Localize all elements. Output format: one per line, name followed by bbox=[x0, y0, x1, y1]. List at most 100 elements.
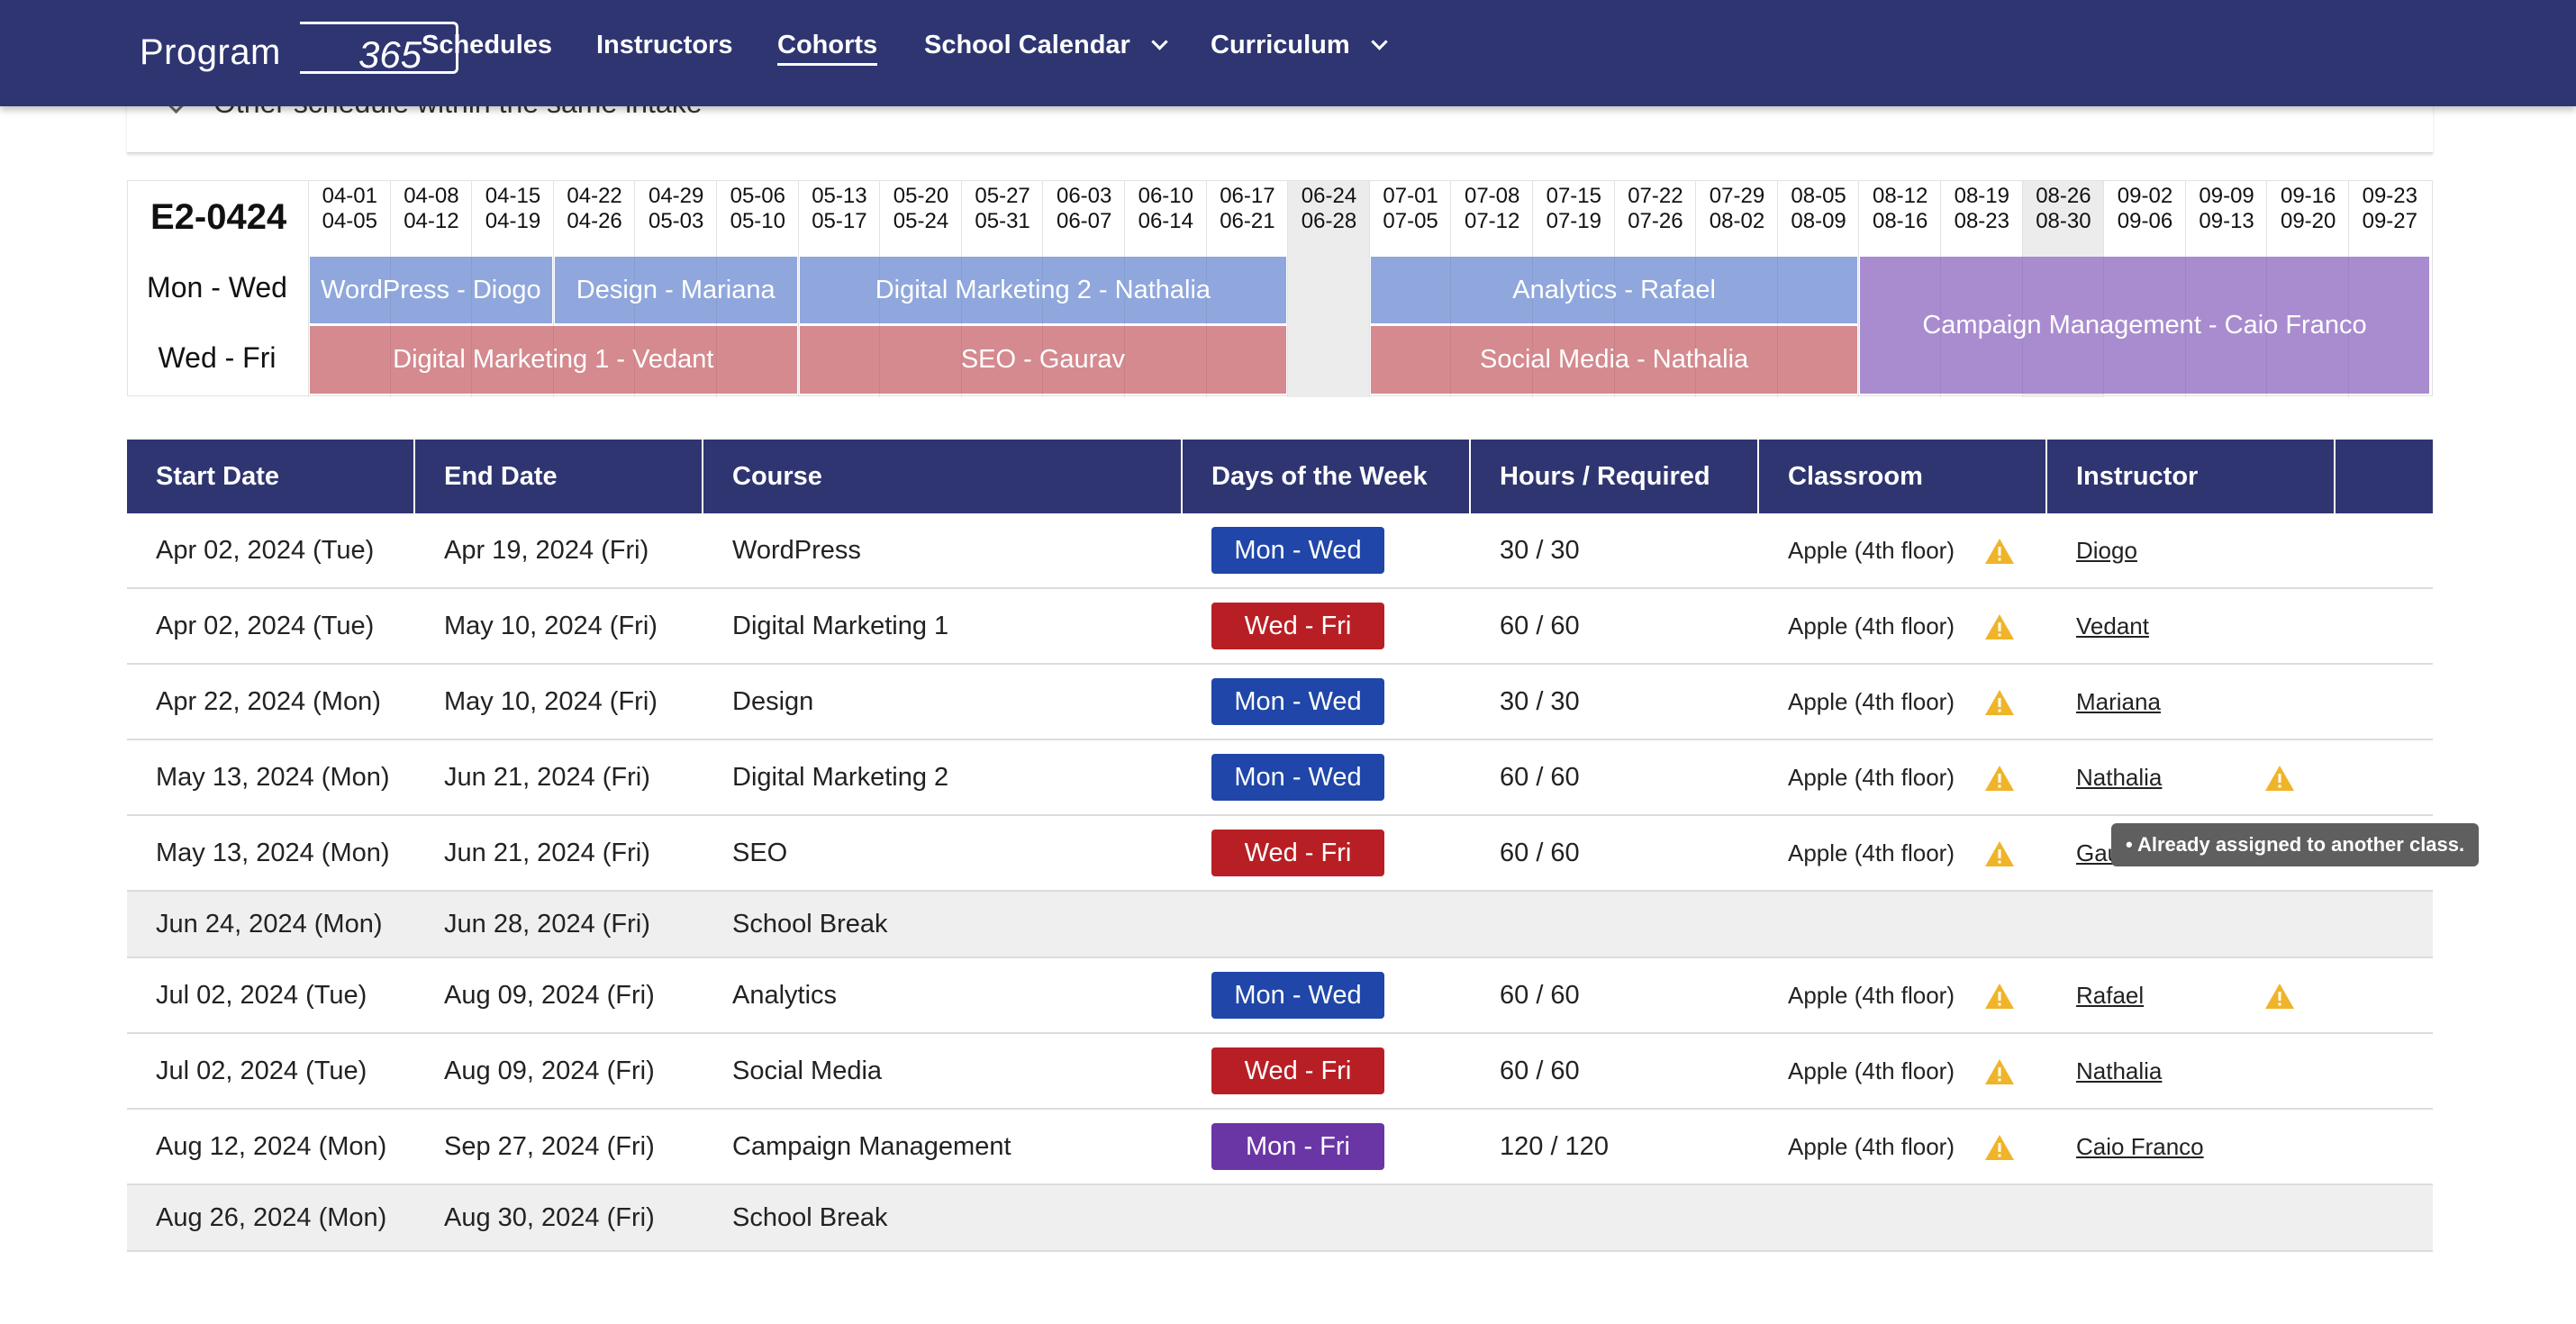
cell-instructor: Diogo bbox=[2047, 513, 2137, 587]
cell-classroom: Apple (4th floor) bbox=[1788, 1132, 1955, 1160]
warning-icon[interactable] bbox=[2263, 982, 2296, 1011]
instructor-link[interactable]: Caio Franco bbox=[2076, 1133, 2204, 1161]
cell-classroom: Apple (4th floor) bbox=[1788, 687, 1955, 715]
timeline-course-bar[interactable]: Design - Mariana bbox=[554, 257, 797, 323]
instructor-link[interactable]: Nathalia bbox=[2076, 1057, 2162, 1085]
table-row[interactable]: Jul 02, 2024 (Tue) Aug 09, 2024 (Fri) Soci… bbox=[127, 1034, 2433, 1110]
week-start: 04-22 bbox=[567, 184, 622, 208]
week-end: 09-06 bbox=[2117, 209, 2173, 233]
table-row[interactable]: May 13, 2024 (Mon) Jun 21, 2024 (Fri) Digi… bbox=[127, 740, 2433, 816]
week-start: 05-06 bbox=[730, 184, 785, 208]
cell-classroom: Apple (4th floor) bbox=[1788, 839, 1955, 866]
warning-icon[interactable] bbox=[1983, 537, 2016, 566]
week-start: 07-08 bbox=[1464, 184, 1520, 208]
week-start: 07-15 bbox=[1546, 184, 1601, 208]
table-row[interactable]: Aug 12, 2024 (Mon) Sep 27, 2024 (Fri) Camp… bbox=[127, 1110, 2433, 1185]
warning-icon[interactable] bbox=[1983, 612, 2016, 641]
week-start: 06-24 bbox=[1301, 184, 1357, 208]
cell-start-date: Jun 24, 2024 (Mon) bbox=[156, 909, 383, 939]
instructor-link[interactable]: Diogo bbox=[2076, 537, 2137, 565]
warning-icon[interactable] bbox=[1983, 982, 2016, 1011]
week-start: 08-12 bbox=[1872, 184, 1928, 208]
week-label: 05-20 05-24 bbox=[880, 181, 962, 234]
header-hours-required[interactable]: Hours / Required bbox=[1471, 440, 1759, 513]
timeline-course-bar[interactable]: Campaign Management - Caio Franco bbox=[1860, 257, 2429, 394]
header-days-of-week[interactable]: Days of the Week bbox=[1183, 440, 1471, 513]
header-classroom[interactable]: Classroom bbox=[1759, 440, 2047, 513]
bar-label: Design - Mariana bbox=[576, 275, 776, 304]
cell-classroom: Apple (4th floor) bbox=[1788, 763, 1955, 791]
cell-course: Analytics bbox=[732, 980, 838, 1010]
week-label: 07-01 07-05 bbox=[1370, 181, 1452, 234]
week-label: 08-19 08-23 bbox=[1941, 181, 2023, 234]
week-end: 06-28 bbox=[1301, 209, 1357, 233]
week-label: 06-24 06-28 bbox=[1288, 181, 1370, 234]
days-badge: Mon - Wed bbox=[1211, 972, 1384, 1019]
week-start: 04-29 bbox=[648, 184, 704, 208]
cell-classroom: Apple (4th floor) bbox=[1788, 981, 1955, 1009]
warning-icon[interactable] bbox=[1983, 688, 2016, 717]
nav-cohorts[interactable]: Cohorts bbox=[777, 27, 878, 66]
week-end: 07-19 bbox=[1546, 209, 1601, 233]
warning-icon[interactable] bbox=[1983, 1057, 2016, 1086]
chevron-down-icon bbox=[1151, 33, 1168, 50]
week-label: 07-29 08-02 bbox=[1696, 181, 1778, 234]
week-start: 08-19 bbox=[1954, 184, 2009, 208]
cell-end-date: Sep 27, 2024 (Fri) bbox=[444, 1131, 655, 1161]
week-end: 05-03 bbox=[648, 209, 704, 233]
header-course[interactable]: Course bbox=[703, 440, 1183, 513]
week-label: 07-08 07-12 bbox=[1451, 181, 1533, 234]
nav-schedules[interactable]: Schedules bbox=[422, 27, 552, 63]
timeline-course-bar[interactable]: WordPress - Diogo bbox=[310, 257, 552, 323]
bar-label: Campaign Management - Caio Franco bbox=[1922, 310, 2367, 340]
instructor-link[interactable]: Rafael bbox=[2076, 982, 2144, 1010]
warning-icon[interactable] bbox=[1983, 839, 2016, 868]
week-end: 04-12 bbox=[404, 209, 459, 233]
week-end: 09-20 bbox=[2280, 209, 2336, 233]
timeline-course-bar[interactable]: Analytics - Rafael bbox=[1370, 257, 1858, 323]
cohort-code: E2-0424 bbox=[150, 197, 287, 237]
week-start: 06-10 bbox=[1138, 184, 1193, 208]
week-start: 04-15 bbox=[485, 184, 541, 208]
nav-curriculum[interactable]: Curriculum bbox=[1211, 27, 1388, 63]
school-break-row[interactable]: Jun 24, 2024 (Mon) Jun 28, 2024 (Fri) Scho… bbox=[127, 892, 2433, 958]
cell-days: Mon - Wed bbox=[1183, 665, 1384, 739]
school-break-row[interactable]: Aug 26, 2024 (Mon) Aug 30, 2024 (Fri) Scho… bbox=[127, 1185, 2433, 1252]
week-label: 09-02 09-06 bbox=[2104, 181, 2186, 234]
table-row[interactable]: Apr 02, 2024 (Tue) Apr 19, 2024 (Fri) Word… bbox=[127, 513, 2433, 589]
week-label: 08-05 08-09 bbox=[1778, 181, 1860, 234]
cell-end-date: May 10, 2024 (Fri) bbox=[444, 686, 658, 716]
header-instructor[interactable]: Instructor bbox=[2047, 440, 2336, 513]
nav-instructors[interactable]: Instructors bbox=[596, 27, 732, 63]
header-end-date[interactable]: End Date bbox=[415, 440, 703, 513]
instructor-link[interactable]: Nathalia bbox=[2076, 764, 2162, 792]
warning-icon[interactable] bbox=[1983, 764, 2016, 793]
instructor-link[interactable]: Mariana bbox=[2076, 688, 2161, 716]
cell-start-date: Aug 26, 2024 (Mon) bbox=[156, 1202, 387, 1232]
week-end: 08-16 bbox=[1872, 209, 1928, 233]
header-start-date[interactable]: Start Date bbox=[127, 440, 415, 513]
week-label: 04-29 05-03 bbox=[635, 181, 717, 234]
timeline-course-bar[interactable]: SEO - Gaurav bbox=[799, 326, 1287, 394]
bar-gridline bbox=[389, 326, 391, 394]
warning-icon[interactable] bbox=[2263, 764, 2296, 793]
week-end: 05-17 bbox=[812, 209, 867, 233]
week-start: 07-29 bbox=[1709, 184, 1765, 208]
warning-icon[interactable] bbox=[1983, 1133, 2016, 1162]
cell-hours: 60 / 60 bbox=[1500, 980, 1580, 1010]
bar-label: SEO - Gaurav bbox=[960, 345, 1125, 374]
instructor-link[interactable]: Vedant bbox=[2076, 612, 2149, 640]
cell-end-date: Jun 28, 2024 (Fri) bbox=[444, 909, 650, 939]
cell-hours: 120 / 120 bbox=[1500, 1131, 1609, 1161]
cell-end-date: Jun 21, 2024 (Fri) bbox=[444, 762, 650, 792]
timeline-course-bar[interactable]: Digital Marketing 1 - Vedant bbox=[310, 326, 797, 394]
cell-start-date: Aug 12, 2024 (Mon) bbox=[156, 1131, 387, 1161]
table-header: Start Date End Date Course Days of the W… bbox=[127, 440, 2433, 513]
timeline-course-bar[interactable]: Social Media - Nathalia bbox=[1370, 326, 1858, 394]
table-row[interactable]: Apr 22, 2024 (Mon) May 10, 2024 (Fri) Desi… bbox=[127, 665, 2433, 740]
table-row[interactable]: May 13, 2024 (Mon) Jun 21, 2024 (Fri) SEO W… bbox=[127, 816, 2433, 892]
timeline-course-bar[interactable]: Digital Marketing 2 - Nathalia bbox=[799, 257, 1287, 323]
nav-school-calendar[interactable]: School Calendar bbox=[924, 27, 1168, 63]
table-row[interactable]: Jul 02, 2024 (Tue) Aug 09, 2024 (Fri) Anal… bbox=[127, 958, 2433, 1034]
table-row[interactable]: Apr 02, 2024 (Tue) May 10, 2024 (Fri) Digi… bbox=[127, 589, 2433, 665]
